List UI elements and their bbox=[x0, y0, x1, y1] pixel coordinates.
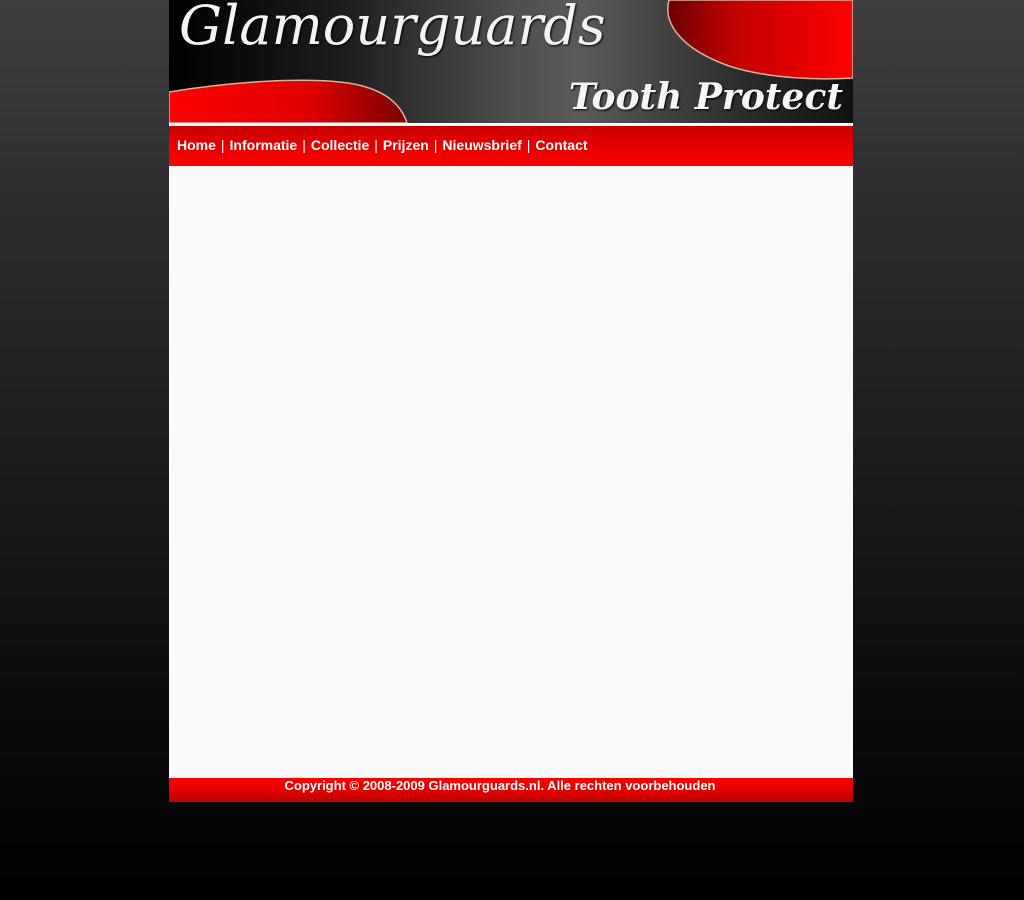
site-tagline: Tooth Protect bbox=[568, 76, 843, 118]
nav-link-contact[interactable]: Contact bbox=[535, 137, 587, 153]
nav-link-nieuwsbrief[interactable]: Nieuwsbrief bbox=[442, 137, 521, 153]
site-footer: Copyright © 2008-2009 Glamourguards.nl. … bbox=[169, 778, 853, 802]
nav-link-collectie[interactable]: Collectie bbox=[311, 137, 369, 153]
main-navigation: Home | Informatie | Collectie | Prijzen … bbox=[169, 126, 853, 166]
nav-list: Home | Informatie | Collectie | Prijzen … bbox=[177, 137, 588, 153]
page-container: Glamourguards Tooth Protect Home | Infor… bbox=[169, 0, 853, 802]
nav-link-prijzen[interactable]: Prijzen bbox=[383, 137, 429, 153]
nav-link-informatie[interactable]: Informatie bbox=[230, 137, 298, 153]
nav-separator: | bbox=[302, 137, 306, 153]
site-header: Glamourguards Tooth Protect bbox=[169, 0, 853, 123]
main-content-area bbox=[169, 166, 853, 778]
nav-separator: | bbox=[526, 137, 531, 153]
nav-separator: | bbox=[220, 137, 225, 153]
nav-link-home[interactable]: Home bbox=[177, 137, 216, 153]
footer-copyright: Copyright © 2008-2009 Glamourguards.nl. … bbox=[284, 778, 716, 793]
nav-separator: | bbox=[433, 137, 438, 153]
site-title: Glamourguards bbox=[179, 0, 606, 57]
nav-separator: | bbox=[374, 137, 378, 153]
